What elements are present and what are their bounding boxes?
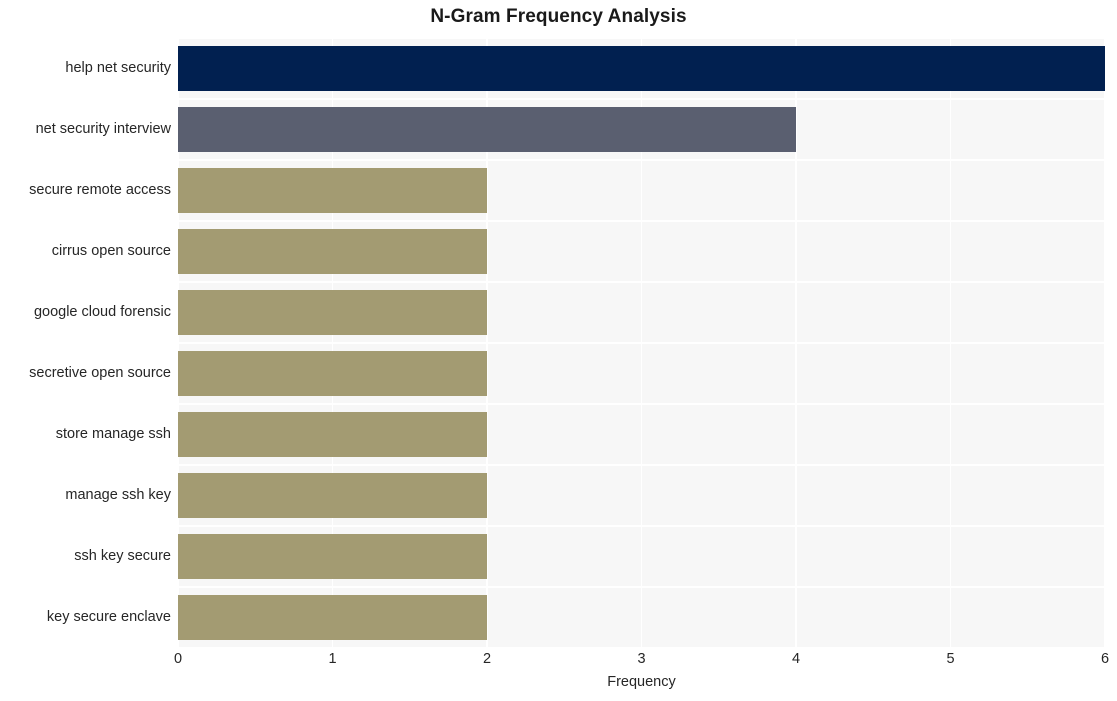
y-gridline bbox=[178, 342, 1105, 344]
x-axis-title: Frequency bbox=[607, 674, 676, 690]
y-gridline bbox=[178, 464, 1105, 466]
bar bbox=[178, 594, 487, 641]
y-gridline bbox=[178, 586, 1105, 588]
bar bbox=[178, 167, 487, 214]
y-axis-tick-label: net security interview bbox=[35, 120, 171, 137]
x-axis-tick-label: 0 bbox=[173, 651, 183, 667]
bar bbox=[178, 533, 487, 580]
y-axis-tick-label: ssh key secure bbox=[74, 547, 171, 564]
y-gridline bbox=[178, 220, 1105, 222]
y-axis-tick-label: cirrus open source bbox=[51, 242, 171, 259]
y-gridline bbox=[178, 98, 1105, 100]
bar bbox=[178, 411, 487, 458]
bar bbox=[178, 45, 1105, 92]
x-axis-tick-label: 6 bbox=[1100, 651, 1110, 667]
y-axis-tick-label: store manage ssh bbox=[55, 425, 171, 442]
x-axis-tick-label: 2 bbox=[482, 651, 492, 667]
y-gridline bbox=[178, 525, 1105, 527]
y-axis-tick-label: secretive open source bbox=[29, 364, 171, 381]
y-axis-tick-label: key secure enclave bbox=[46, 608, 171, 625]
bar bbox=[178, 350, 487, 397]
y-gridline bbox=[178, 403, 1105, 405]
bar bbox=[178, 228, 487, 275]
bar bbox=[178, 289, 487, 336]
bar bbox=[178, 106, 796, 153]
chart-title: N-Gram Frequency Analysis bbox=[430, 6, 687, 27]
x-axis-tick-labels: 0 1 2 3 4 5 6 bbox=[0, 652, 1117, 674]
y-axis-tick-label: google cloud forensic bbox=[33, 303, 171, 320]
y-axis-tick-label: secure remote access bbox=[29, 181, 171, 198]
y-axis-tick-label: manage ssh key bbox=[65, 486, 171, 503]
x-axis-tick-label: 5 bbox=[946, 651, 955, 667]
x-axis-tick-label: 3 bbox=[637, 651, 646, 667]
y-gridline bbox=[178, 647, 1105, 648]
y-axis-tick-labels: help net security net security interview s… bbox=[0, 38, 171, 648]
y-gridline bbox=[178, 159, 1105, 161]
bar bbox=[178, 472, 487, 519]
chart-figure: N-Gram Frequency Analysis help net secur… bbox=[0, 0, 1117, 701]
x-axis-tick-label: 4 bbox=[791, 651, 801, 667]
y-gridline bbox=[178, 38, 1105, 39]
x-axis-tick-label: 1 bbox=[328, 651, 337, 667]
y-gridline bbox=[178, 281, 1105, 283]
plot-area bbox=[178, 38, 1105, 648]
y-axis-tick-label: help net security bbox=[65, 59, 171, 76]
